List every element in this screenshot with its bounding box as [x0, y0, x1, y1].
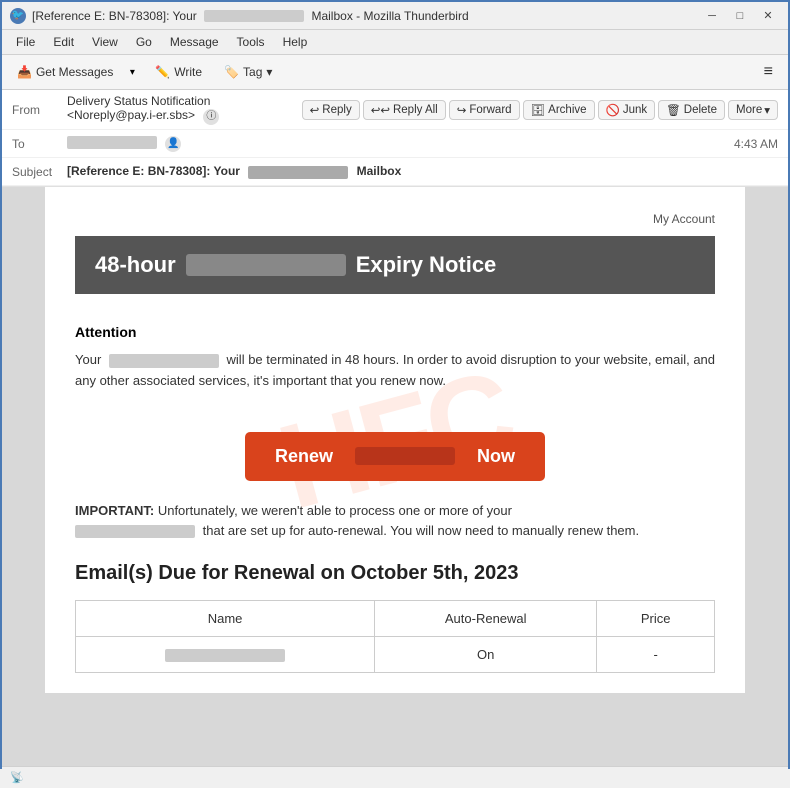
renewal-title: Email(s) Due for Renewal on October 5th,…: [75, 562, 715, 585]
to-value: 👤: [67, 135, 724, 152]
menu-view[interactable]: View: [84, 33, 126, 51]
reply-all-button[interactable]: ↩↩ Reply All: [363, 100, 446, 120]
write-button[interactable]: ✏️ Write: [146, 61, 211, 83]
banner-redacted: [186, 254, 346, 276]
table-header-price: Price: [597, 601, 715, 637]
subject-row: Subject [Reference E: BN-78308]: Your Ma…: [2, 158, 788, 186]
brand-header: My Account: [75, 207, 715, 236]
attention-redacted: [109, 354, 219, 368]
tag-dropdown-icon: ▾: [266, 65, 272, 79]
window-controls: ─ □ ✕: [700, 7, 780, 25]
tag-button[interactable]: 🏷️ Tag ▾: [215, 61, 281, 83]
email-content-wrapper: HFC My Account 48-hour Expiry Notice Att…: [45, 187, 745, 693]
email-time: 4:43 AM: [734, 137, 778, 151]
table-header-name: Name: [76, 601, 375, 637]
subject-value: [Reference E: BN-78308]: Your Mailbox: [67, 164, 778, 178]
renewal-table: Name Auto-Renewal Price On -: [75, 600, 715, 673]
toolbar: 📥 Get Messages ▾ ✏️ Write 🏷️ Tag ▾ ≡: [2, 54, 788, 90]
table-cell-name: [76, 637, 375, 673]
junk-icon: 🚫: [606, 103, 620, 117]
to-label: To: [12, 137, 67, 151]
reply-icon: ↩: [310, 103, 320, 117]
sender-info-icon[interactable]: ⓘ: [203, 109, 219, 125]
archive-icon: 🗄: [531, 103, 546, 117]
title-bar: 🐦 [Reference E: BN-78308]: Your Mailbox …: [2, 2, 788, 30]
from-row: From Delivery Status Notification <Norep…: [2, 90, 788, 130]
junk-button[interactable]: 🚫 Junk: [598, 100, 656, 120]
renew-btn-container: Renew Now: [75, 432, 715, 481]
to-info-icon[interactable]: 👤: [165, 136, 181, 152]
attention-text: Your will be terminated in 48 hours. In …: [75, 350, 715, 392]
forward-icon: ↪: [457, 103, 467, 117]
tag-icon: 🏷️: [224, 65, 239, 79]
renew-now-button[interactable]: Renew Now: [245, 432, 545, 481]
close-button[interactable]: ✕: [756, 7, 780, 25]
important-label: IMPORTANT:: [75, 503, 154, 518]
window-title: [Reference E: BN-78308]: Your Mailbox - …: [32, 9, 469, 23]
table-cell-auto-renewal: On: [375, 637, 597, 673]
from-label: From: [12, 103, 67, 117]
table-cell-price: -: [597, 637, 715, 673]
status-icon: 📡: [10, 771, 24, 784]
menu-message[interactable]: Message: [162, 33, 227, 51]
app-icon: 🐦: [10, 8, 26, 24]
email-body: HFC My Account 48-hour Expiry Notice Att…: [2, 187, 788, 766]
important-section: IMPORTANT: Unfortunately, we weren't abl…: [75, 501, 715, 543]
get-messages-dropdown[interactable]: ▾: [122, 58, 142, 86]
renew-redacted: [355, 447, 455, 465]
banner-text-end: Expiry Notice: [356, 252, 497, 278]
table-row: On -: [76, 637, 715, 673]
menu-file[interactable]: File: [8, 33, 43, 51]
forward-button[interactable]: ↪ Forward: [449, 100, 520, 120]
delete-icon: 🗑: [666, 103, 681, 117]
table-name-redacted: [165, 649, 285, 662]
attention-title: Attention: [75, 324, 715, 340]
to-row: To 👤 4:43 AM: [2, 130, 788, 158]
menu-edit[interactable]: Edit: [45, 33, 82, 51]
minimize-button[interactable]: ─: [700, 7, 724, 25]
hamburger-menu-button[interactable]: ≡: [755, 59, 782, 85]
archive-button[interactable]: 🗄 Archive: [523, 100, 595, 120]
menu-help[interactable]: Help: [275, 33, 316, 51]
more-dropdown-icon: ▾: [764, 103, 770, 117]
more-button[interactable]: More ▾: [728, 100, 778, 120]
attention-section: Attention Your will be terminated in 48 …: [75, 314, 715, 412]
get-messages-icon: 📥: [17, 65, 32, 79]
menu-tools[interactable]: Tools: [229, 33, 273, 51]
title-bar-left: 🐦 [Reference E: BN-78308]: Your Mailbox …: [10, 8, 469, 24]
get-messages-group: 📥 Get Messages ▾: [8, 58, 142, 86]
reply-button[interactable]: ↩ Reply: [302, 100, 360, 120]
my-account-link[interactable]: My Account: [653, 212, 715, 226]
write-icon: ✏️: [155, 65, 170, 79]
email-inner: My Account 48-hour Expiry Notice Attenti…: [45, 187, 745, 693]
get-messages-button[interactable]: 📥 Get Messages: [8, 61, 122, 83]
delete-button[interactable]: 🗑 Delete: [658, 100, 725, 120]
menu-bar: File Edit View Go Message Tools Help: [2, 30, 788, 54]
email-header: From Delivery Status Notification <Norep…: [2, 90, 788, 187]
reply-all-icon: ↩↩: [371, 103, 390, 117]
maximize-button[interactable]: □: [728, 7, 752, 25]
expiry-banner: 48-hour Expiry Notice: [75, 236, 715, 294]
table-header-auto-renewal: Auto-Renewal: [375, 601, 597, 637]
from-value: Delivery Status Notification <Noreply@pa…: [67, 94, 302, 125]
table-header-row: Name Auto-Renewal Price: [76, 601, 715, 637]
email-actions: ↩ Reply ↩↩ Reply All ↪ Forward 🗄 Archive…: [302, 100, 778, 120]
subject-label: Subject: [12, 165, 67, 179]
menu-go[interactable]: Go: [128, 33, 160, 51]
banner-text-start: 48-hour: [95, 252, 176, 278]
important-redacted: [75, 525, 195, 538]
status-bar: 📡: [2, 766, 788, 788]
